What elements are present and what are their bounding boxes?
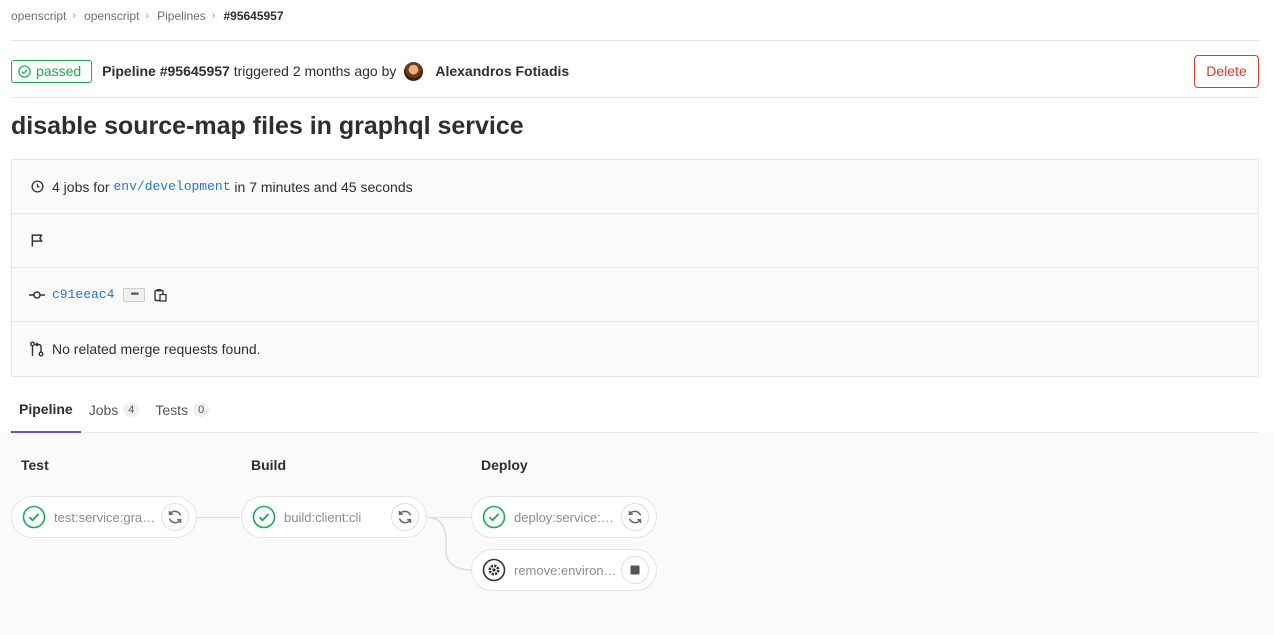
job-test-service-graphql[interactable]: test:service:graphql (11, 496, 197, 538)
status-success-icon (18, 64, 31, 78)
job-deploy-service-graphql[interactable]: deploy:service:graphql (471, 496, 657, 538)
job-label: test:service:graphql (54, 509, 160, 525)
stage-connector (196, 517, 242, 518)
merge-request-icon (28, 341, 46, 357)
pipeline-summary: Pipeline #95645957 triggered 2 months ag… (102, 61, 569, 81)
merge-requests-row: No related merge requests found. (12, 322, 1258, 376)
status-manual-icon (482, 558, 506, 582)
status-badge[interactable]: passed (11, 59, 93, 83)
merge-requests-text: No related merge requests found. (52, 341, 261, 357)
retry-button[interactable] (161, 503, 189, 531)
stop-button[interactable] (621, 556, 649, 584)
flag-icon (28, 233, 46, 248)
status-success-icon (252, 505, 276, 529)
tab-pipeline[interactable]: Pipeline (11, 387, 81, 433)
tab-count-badge: 4 (123, 402, 140, 417)
stage-connector-branch (426, 517, 473, 571)
stage-title-deploy: Deploy (481, 457, 528, 473)
job-build-client-cli[interactable]: build:client:cli (241, 496, 427, 538)
breadcrumb-item-pipelines[interactable]: Pipelines (157, 9, 206, 23)
commit-sha-link[interactable]: c91eeac4 (52, 287, 114, 302)
breadcrumb-item-current[interactable]: #95645957 (223, 9, 283, 23)
job-label: deploy:service:graphql (514, 509, 620, 525)
tab-label: Jobs (88, 401, 119, 418)
stage-title-build: Build (251, 457, 286, 473)
tab-label: Tests (155, 401, 189, 418)
tab-jobs[interactable]: Jobs 4 (81, 387, 148, 432)
breadcrumb-item-group[interactable]: openscript (11, 9, 66, 23)
chevron-right-icon: › (72, 10, 77, 22)
pipeline-id: Pipeline #95645957 (102, 63, 230, 79)
jobs-count-text: 4 jobs for (52, 178, 114, 195)
expand-commit-message-button[interactable]: ••• (123, 287, 146, 302)
page-title: disable source-map files in graphql serv… (11, 112, 524, 140)
flag-row (12, 214, 1258, 268)
retry-button[interactable] (621, 503, 649, 531)
chevron-right-icon: › (211, 10, 216, 22)
chevron-right-icon: › (145, 10, 150, 22)
divider (11, 40, 1259, 41)
jobs-summary-row: 4 jobs for env/development in 7 minutes … (12, 160, 1258, 214)
tab-count-badge: 0 (193, 402, 210, 417)
status-success-icon (22, 505, 46, 529)
divider (11, 97, 1259, 98)
tab-tests[interactable]: Tests 0 (147, 387, 217, 432)
breadcrumb: openscript › openscript › Pipelines › #9… (11, 9, 284, 23)
duration-text: in 7 minutes and 45 seconds (230, 178, 413, 195)
pipeline-info-box: 4 jobs for env/development in 7 minutes … (11, 159, 1259, 377)
copy-icon[interactable] (154, 288, 168, 302)
retry-icon (168, 510, 182, 524)
pipeline-header: passed Pipeline #95645957 triggered 2 mo… (11, 54, 1259, 88)
breadcrumb-item-project[interactable]: openscript (84, 9, 139, 23)
triggered-text: triggered 2 months ago by (229, 63, 397, 79)
delete-button[interactable]: Delete (1194, 54, 1259, 88)
stage-title-test: Test (21, 457, 49, 473)
author-name[interactable]: Alexandros Fotiadis (435, 63, 569, 79)
stop-icon (630, 565, 640, 575)
status-success-icon (482, 505, 506, 529)
retry-icon (398, 510, 412, 524)
branch-link[interactable]: env/development (113, 179, 230, 194)
clock-icon (28, 180, 46, 193)
pipeline-tabs: Pipeline Jobs 4 Tests 0 (11, 387, 1259, 433)
job-label: build:client:cli (284, 509, 362, 525)
retry-icon (628, 510, 642, 524)
job-label: remove:environment (514, 562, 620, 578)
avatar[interactable] (404, 61, 424, 81)
job-remove-environment[interactable]: remove:environment (471, 549, 657, 591)
retry-button[interactable] (391, 503, 419, 531)
commit-row: c91eeac4 ••• (12, 268, 1258, 322)
status-label: passed (36, 63, 82, 79)
commit-icon (28, 289, 46, 301)
pipeline-graph: Test Build Deploy test:service:graphql b… (0, 433, 1274, 635)
tab-label: Pipeline (19, 401, 73, 417)
